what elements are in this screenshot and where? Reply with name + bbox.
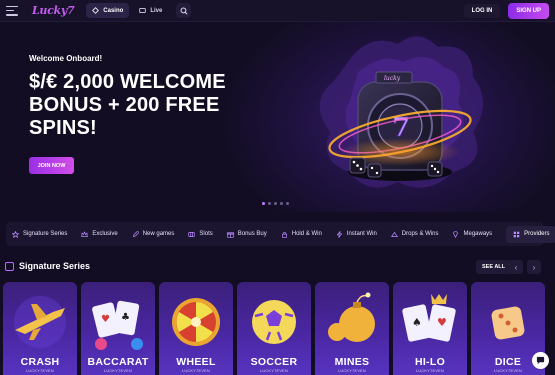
menu-icon[interactable] bbox=[6, 5, 18, 16]
next-arrow-button[interactable]: › bbox=[527, 260, 541, 274]
game-name: CRASH bbox=[20, 356, 60, 368]
game-card-baccarat[interactable]: ♥ ♣ BACCARAT LUCKY7EVEN bbox=[81, 282, 155, 375]
category-label: Signature Series bbox=[23, 231, 68, 237]
section-title: Signature Series bbox=[19, 261, 91, 271]
svg-text:♠: ♠ bbox=[412, 316, 422, 329]
chat-button[interactable] bbox=[532, 352, 549, 369]
game-maker: LUCKY7EVEN bbox=[181, 369, 211, 373]
svg-text:lucky: lucky bbox=[384, 75, 401, 82]
providers-button[interactable]: Providers bbox=[506, 225, 555, 243]
dice-icon bbox=[491, 306, 525, 340]
svg-text:♣: ♣ bbox=[121, 312, 130, 323]
game-carousel: CRASH LUCKY7EVEN ♥ ♣ BACCARAT LUCKY7EVEN… bbox=[3, 282, 555, 375]
svg-text:♥: ♥ bbox=[101, 314, 110, 325]
game-maker: LUCKY7EVEN bbox=[493, 369, 523, 373]
category-bonus-buy[interactable]: Bonus Buy bbox=[226, 231, 267, 238]
game-card-wheel[interactable]: WHEEL LUCKY7EVEN bbox=[159, 282, 233, 375]
slot-machine-illustration: 7 lucky bbox=[319, 36, 483, 188]
category-label: Exclusive bbox=[92, 231, 118, 237]
game-maker: LUCKY7EVEN bbox=[259, 369, 289, 373]
tab-live-label: Live bbox=[150, 7, 163, 14]
game-name: MINES bbox=[334, 356, 370, 368]
bomb-icon bbox=[328, 292, 375, 342]
drop-icon bbox=[390, 231, 398, 237]
game-card-hi-lo[interactable]: ♠ ♥ HI-LO LUCKY7EVEN bbox=[393, 282, 467, 375]
category-drops-wins[interactable]: Drops & Wins bbox=[390, 231, 439, 238]
category-label: Hold & Win bbox=[291, 231, 322, 237]
gift-icon bbox=[226, 231, 234, 238]
game-maker: LUCKY7EVEN bbox=[25, 369, 55, 373]
category-label: New games bbox=[142, 231, 175, 237]
svg-text:♥: ♥ bbox=[437, 316, 447, 329]
signup-button[interactable]: SIGN UP bbox=[508, 2, 549, 19]
category-label: Drops & Wins bbox=[401, 231, 439, 237]
search-button[interactable] bbox=[176, 3, 192, 18]
grid-icon bbox=[513, 231, 520, 237]
tab-casino[interactable]: Casino bbox=[86, 3, 130, 18]
game-name: BACCARAT bbox=[87, 356, 149, 368]
search-icon bbox=[180, 7, 188, 15]
join-now-button[interactable]: JOIN NOW bbox=[29, 157, 74, 174]
wheel-icon bbox=[172, 298, 220, 346]
carousel-dots bbox=[262, 202, 289, 205]
section-header: Signature Series bbox=[5, 261, 90, 271]
game-name: HI-LO bbox=[414, 356, 446, 368]
lightning-icon bbox=[336, 230, 343, 238]
diamond-icon bbox=[453, 230, 459, 238]
carousel-dot[interactable] bbox=[286, 202, 289, 205]
top-header: Lucky7 Casino Live LOG IN SIGN UP bbox=[0, 0, 555, 22]
login-button[interactable]: LOG IN bbox=[463, 3, 501, 18]
game-card-soccer[interactable]: SOCCER LUCKY7EVEN bbox=[237, 282, 311, 375]
live-icon bbox=[139, 7, 147, 14]
hero-kicker: Welcome Onboard! bbox=[29, 54, 103, 63]
category-exclusive[interactable]: Exclusive bbox=[81, 230, 118, 238]
carousel-dot[interactable] bbox=[268, 202, 271, 205]
category-megaways[interactable]: Megaways bbox=[452, 230, 493, 238]
slot-icon bbox=[188, 231, 196, 237]
category-label: Slots bbox=[199, 231, 213, 237]
game-card-mines[interactable]: MINES LUCKY7EVEN bbox=[315, 282, 389, 375]
playing-cards-icon: ♠ ♥ bbox=[402, 294, 456, 342]
tab-live[interactable]: Live bbox=[133, 3, 168, 18]
category-bar: Signature Series Exclusive New games Slo… bbox=[6, 222, 555, 246]
hero-title: $/€ 2,000 WELCOME BONUS + 200 FREE SPINS… bbox=[29, 71, 226, 139]
game-maker: LUCKY7EVEN bbox=[103, 369, 133, 373]
logo[interactable]: Lucky7 bbox=[32, 4, 75, 17]
game-maker: LUCKY7EVEN bbox=[337, 369, 367, 373]
hero-banner: Welcome Onboard! $/€ 2,000 WELCOME BONUS… bbox=[0, 22, 555, 212]
casino-icon bbox=[92, 7, 100, 14]
carousel-dot[interactable] bbox=[280, 202, 283, 205]
see-all-button[interactable]: SEE ALL bbox=[476, 260, 512, 274]
category-signature-series[interactable]: Signature Series bbox=[12, 230, 68, 238]
signature-series-icon bbox=[5, 261, 14, 271]
carousel-dot[interactable] bbox=[274, 202, 277, 205]
rocket-icon bbox=[132, 230, 139, 237]
soccer-ball-icon bbox=[252, 300, 296, 344]
star-icon bbox=[12, 230, 19, 238]
category-instant-win[interactable]: Instant Win bbox=[336, 230, 377, 238]
crown-icon bbox=[81, 230, 89, 237]
game-name: WHEEL bbox=[176, 356, 216, 368]
airplane-icon bbox=[14, 296, 66, 348]
game-maker: LUCKY7EVEN bbox=[415, 369, 445, 373]
category-new-games[interactable]: New games bbox=[132, 230, 175, 238]
tab-casino-label: Casino bbox=[103, 7, 124, 14]
chat-icon bbox=[536, 356, 545, 365]
prev-arrow-button[interactable]: ‹ bbox=[509, 260, 523, 274]
game-name: SOCCER bbox=[250, 356, 298, 368]
category-label: Megaways bbox=[463, 231, 493, 237]
providers-label: Providers bbox=[524, 231, 550, 237]
category-hold-win[interactable]: Hold & Win bbox=[281, 231, 322, 238]
category-label: Instant Win bbox=[346, 231, 377, 237]
cards-icon: ♥ ♣ bbox=[92, 300, 143, 350]
lock-icon bbox=[281, 231, 287, 238]
category-slots[interactable]: Slots bbox=[188, 231, 213, 238]
category-label: Bonus Buy bbox=[237, 231, 267, 237]
game-card-crash[interactable]: CRASH LUCKY7EVEN bbox=[3, 282, 77, 375]
carousel-dot[interactable] bbox=[262, 202, 265, 205]
